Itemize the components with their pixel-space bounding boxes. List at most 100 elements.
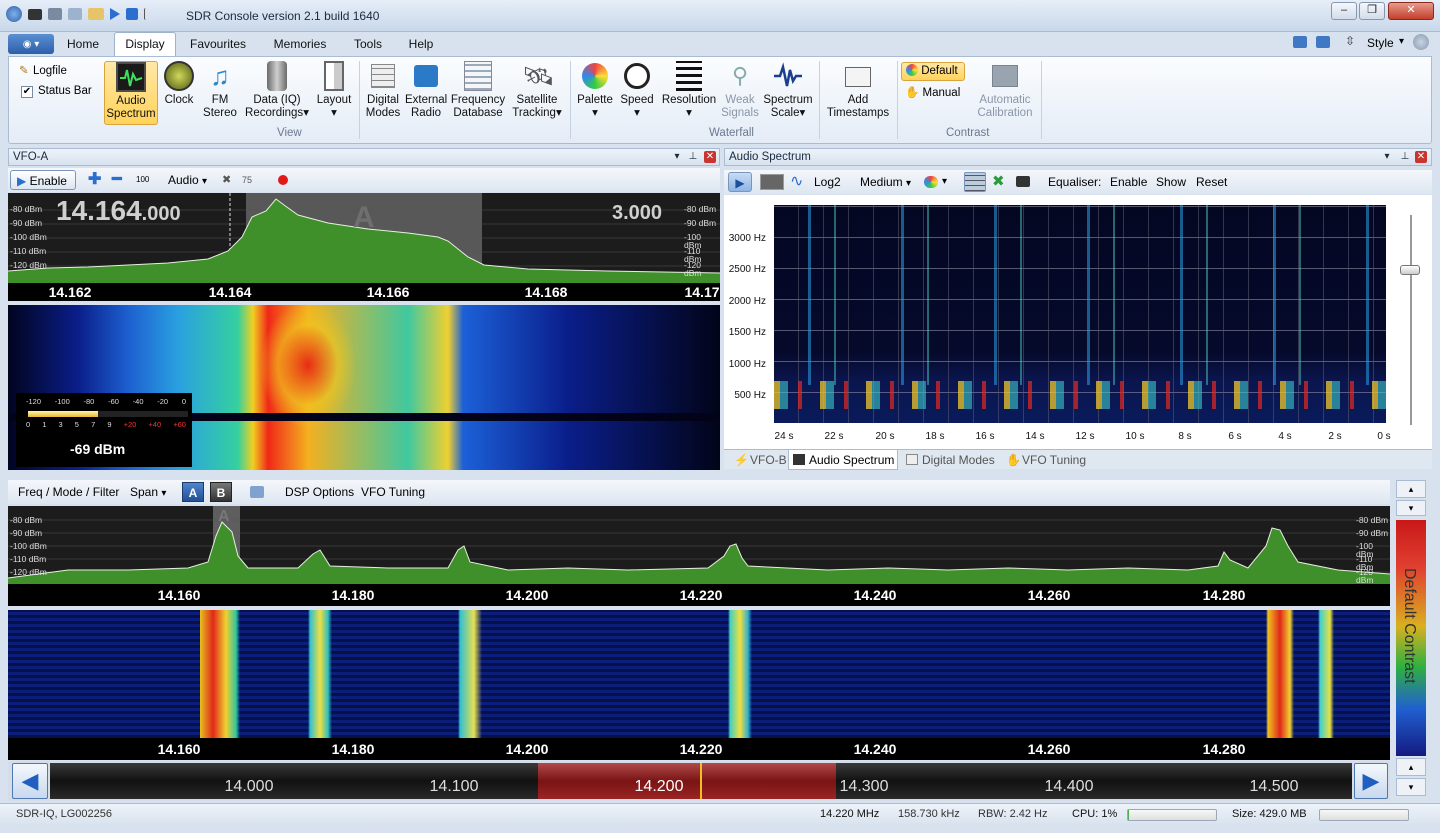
- squelch-icon[interactable]: 75: [242, 170, 252, 190]
- digital-modes-button[interactable]: Digital Modes: [363, 61, 403, 125]
- tab-vfo-tuning[interactable]: ✋ VFO Tuning: [1002, 450, 1086, 470]
- band-scroll-up[interactable]: ▴: [1396, 758, 1426, 776]
- folder-icon[interactable]: [88, 8, 104, 20]
- band-scroll-down[interactable]: ▾: [1396, 778, 1426, 796]
- tab-digital-modes[interactable]: Digital Modes: [902, 450, 995, 470]
- pin-icon[interactable]: ⊥: [687, 151, 699, 163]
- enable-button[interactable]: ▶ Enable: [10, 170, 76, 190]
- palette-button[interactable]: Palette ▾: [575, 61, 615, 125]
- log2-button[interactable]: Log2: [814, 172, 841, 192]
- dropdown-arrow-icon[interactable]: ▾: [942, 172, 947, 192]
- contrast-bar[interactable]: Default Contrast: [1396, 520, 1426, 756]
- vfo-b-select-button[interactable]: B: [210, 482, 232, 502]
- main-scroll-down[interactable]: ▾: [1396, 500, 1426, 516]
- plus-icon[interactable]: ✚: [88, 170, 101, 190]
- equaliser-enable-button[interactable]: Enable: [1110, 172, 1147, 192]
- tab-tools[interactable]: Tools: [348, 33, 388, 56]
- main-frequency-scale[interactable]: 14.160 14.180 14.200 14.220 14.240 14.26…: [8, 584, 1390, 606]
- style-chevron-icon[interactable]: ▾: [1399, 36, 1404, 47]
- tab-favourites[interactable]: Favourites: [186, 33, 250, 56]
- vfo-a-spectrum[interactable]: 14.164.000 A 3.000 -80 dBm -90 dBm -100 …: [8, 193, 720, 283]
- audio-spectrum-button[interactable]: Audio Spectrum: [104, 61, 158, 125]
- vfo-a-frequency-scale[interactable]: 14.162 14.164 14.166 14.168 14.17: [8, 283, 720, 301]
- arrow-updown-icon[interactable]: ⇳: [1345, 34, 1355, 48]
- close-icon[interactable]: ✕: [1415, 151, 1427, 163]
- data-iq-recordings-button[interactable]: Data (IQ) Recordings▾: [243, 61, 311, 125]
- audio-menu[interactable]: Audio ▾: [168, 170, 207, 190]
- automatic-calibration-button[interactable]: Automatic Calibration: [971, 61, 1039, 125]
- tab-help[interactable]: Help: [402, 33, 440, 56]
- chevron-down-icon[interactable]: ▾: [671, 151, 683, 163]
- tab-vfo-b[interactable]: ⚡ VFO-B: [730, 450, 787, 470]
- network-icon[interactable]: [48, 8, 62, 20]
- medium-menu[interactable]: Medium ▾: [860, 172, 911, 192]
- monitor-icon[interactable]: [1293, 36, 1307, 48]
- contrast-default-button[interactable]: Default: [901, 62, 965, 81]
- band-right-arrow[interactable]: ▶: [1354, 763, 1388, 799]
- mute-icon[interactable]: ✖: [222, 170, 231, 190]
- minus-icon[interactable]: ━: [112, 170, 122, 190]
- equaliser-show-button[interactable]: Show: [1156, 172, 1186, 192]
- main-waterfall[interactable]: [8, 610, 1390, 738]
- minimize-button[interactable]: –: [1331, 2, 1357, 20]
- zoom-100-button[interactable]: 100: [136, 170, 149, 190]
- tab-display[interactable]: Display: [114, 32, 176, 57]
- camera-icon[interactable]: [28, 8, 42, 20]
- palette-icon[interactable]: [924, 176, 938, 188]
- main-spectrum[interactable]: A -80 dBm -90 dBm -100 dBm -110 dBm -120…: [8, 506, 1390, 584]
- speed-button[interactable]: Speed ▾: [619, 61, 655, 125]
- freq-mode-filter-button[interactable]: Freq / Mode / Filter: [18, 482, 119, 502]
- fm-stereo-button[interactable]: ♫ FM Stereo: [201, 61, 239, 125]
- customize-qat-icon[interactable]: [144, 8, 152, 20]
- tab-memories[interactable]: Memories: [268, 33, 332, 56]
- monitor-alt-icon[interactable]: [1316, 36, 1330, 48]
- close-button[interactable]: ✕: [1388, 2, 1434, 20]
- spectrum-view-icon[interactable]: [760, 174, 784, 190]
- weak-signals-button[interactable]: ⚲ Weak Signals: [721, 61, 759, 125]
- display-icon[interactable]: [250, 486, 264, 498]
- tools-icon[interactable]: [68, 8, 82, 20]
- vfo-a-select-button[interactable]: A: [182, 482, 204, 502]
- external-radio-button[interactable]: External Radio: [405, 61, 447, 125]
- layout-button[interactable]: Layout ▾: [313, 61, 355, 125]
- play-button[interactable]: ▶: [728, 172, 752, 192]
- equaliser-reset-button[interactable]: Reset: [1196, 172, 1227, 192]
- spectrum-scale-button[interactable]: Spectrum Scale▾: [761, 61, 815, 125]
- tab-home[interactable]: Home: [62, 33, 104, 56]
- main-scroll-up[interactable]: ▴: [1396, 480, 1426, 498]
- stop-icon[interactable]: [126, 8, 138, 20]
- clock-button[interactable]: Clock: [161, 61, 197, 125]
- band-left-arrow[interactable]: ◀: [12, 763, 48, 799]
- wave-icon[interactable]: ∿: [790, 172, 803, 192]
- pin-icon[interactable]: ⊥: [1399, 151, 1411, 163]
- maximize-button[interactable]: ❐: [1359, 2, 1385, 20]
- span-menu[interactable]: Span ▾: [130, 482, 166, 502]
- contrast-manual-button[interactable]: ✋ Manual: [905, 85, 960, 99]
- audio-spectrogram[interactable]: [774, 205, 1386, 423]
- style-menu[interactable]: Style: [1367, 36, 1394, 50]
- vfo-a-waterfall[interactable]: -120 -100 -80 -60 -40 -20 0 0 1 3 5 7 9 +20 +40 +60 -6…: [8, 305, 720, 470]
- frequency-database-button[interactable]: Frequency Database: [450, 61, 506, 125]
- record-icon[interactable]: [278, 175, 288, 185]
- resolution-button[interactable]: Resolution ▾: [659, 61, 719, 125]
- app-menu-button[interactable]: ◉ ▾: [8, 34, 54, 54]
- band-scale[interactable]: ◀ 14.000 14.100 14.200 14.300 14.400 14.…: [8, 761, 1390, 801]
- dsp-options-button[interactable]: DSP Options: [285, 482, 354, 502]
- chevron-down-icon[interactable]: ▾: [1381, 151, 1393, 163]
- vfo-a-frequency[interactable]: 14.164.000: [56, 195, 181, 227]
- app-orb-icon[interactable]: [6, 6, 22, 22]
- play-icon[interactable]: [110, 8, 120, 20]
- puzzle-icon[interactable]: ✖: [992, 172, 1005, 192]
- vfo-tuning-button[interactable]: VFO Tuning: [361, 482, 425, 502]
- add-timestamps-button[interactable]: Add Timestamps: [823, 61, 893, 125]
- close-icon[interactable]: ✕: [704, 151, 716, 163]
- band-strip[interactable]: 14.000 14.100 14.200 14.300 14.400 14.50…: [50, 763, 1352, 799]
- waterfall-frequency-scale[interactable]: 14.160 14.180 14.200 14.220 14.240 14.26…: [8, 738, 1390, 760]
- gain-slider-thumb[interactable]: [1400, 265, 1420, 275]
- camera-icon[interactable]: [1016, 176, 1030, 187]
- help-icon[interactable]: [1413, 34, 1429, 50]
- satellite-tracking-button[interactable]: 🛰 Satellite Tracking▾: [509, 61, 565, 125]
- status-bar-checkbox[interactable]: ✔ Status Bar: [21, 85, 92, 98]
- grid-toggle-icon[interactable]: [964, 172, 986, 192]
- logfile-toggle[interactable]: ✎ Logfile: [19, 63, 67, 77]
